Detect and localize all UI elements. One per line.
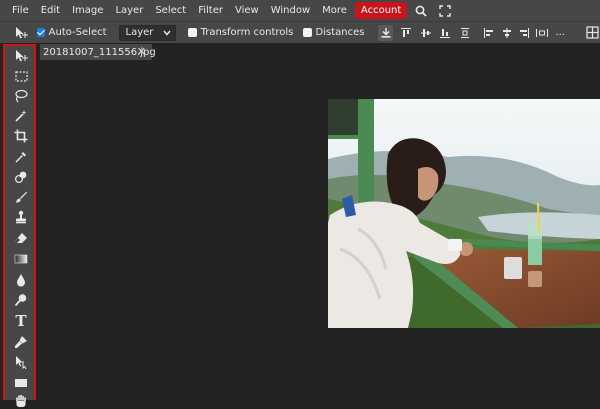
magic-wand-tool-icon[interactable] [13,108,29,124]
menu-more[interactable]: More [316,0,353,21]
search-icon[interactable] [411,0,431,21]
align-bottom-icon[interactable] [438,25,453,41]
pen-tool-icon[interactable] [13,334,29,350]
distribute-vertical-icon[interactable] [457,25,472,41]
brush-tool-icon[interactable] [13,189,29,205]
clone-stamp-tool-icon[interactable] [13,209,29,225]
auto-select-label: Auto-Select [48,27,107,38]
layer-select[interactable]: Layer [118,24,177,41]
document-tab[interactable]: 20181007_111556.jpg ✕ [40,44,156,60]
toolbox: T [3,44,36,407]
dodge-tool-icon[interactable] [13,292,29,308]
align-top-icon[interactable] [399,25,414,41]
chevron-down-icon [163,30,171,36]
menu-window[interactable]: Window [265,0,316,21]
canvas-image[interactable] [328,99,600,328]
more-options-button[interactable]: ... [553,25,568,41]
menu-select[interactable]: Select [149,0,192,21]
photo-illustration [328,99,600,328]
grid-icon[interactable] [585,25,600,41]
fullscreen-icon[interactable] [435,0,455,21]
gradient-tool-icon[interactable] [13,251,29,267]
menu-view[interactable]: View [229,0,265,21]
download-icon[interactable] [378,24,393,41]
path-select-tool-icon[interactable] [13,354,29,370]
align-left-icon[interactable] [482,25,497,41]
lasso-tool-icon[interactable] [13,88,29,104]
menu-image[interactable]: Image [66,0,109,21]
transform-controls-label: Transform controls [200,27,294,38]
blur-tool-icon[interactable] [13,272,29,288]
type-tool-icon[interactable]: T [13,312,29,330]
distribute-horizontal-icon[interactable] [534,25,549,41]
move-tool-icon[interactable] [13,48,29,64]
eyedropper-tool-icon[interactable] [13,149,29,165]
align-horizontal-center-icon[interactable] [499,25,514,41]
menu-edit[interactable]: Edit [35,0,66,21]
distances-label: Distances [315,27,365,38]
layer-select-value: Layer [125,26,154,38]
align-vertical-center-icon[interactable] [418,25,433,41]
align-right-icon[interactable] [517,25,532,41]
crop-tool-icon[interactable] [13,128,29,144]
distances-checkbox[interactable] [303,28,312,37]
menu-bar: File Edit Image Layer Select Filter View… [0,0,600,21]
move-tool-icon [14,25,29,41]
account-button[interactable]: Account [354,2,408,19]
menu-filter[interactable]: Filter [192,0,229,21]
menu-file[interactable]: File [0,0,35,21]
marquee-tool-icon[interactable] [13,68,29,84]
eraser-tool-icon[interactable] [13,230,29,246]
rectangle-tool-icon[interactable] [13,375,29,391]
healing-brush-tool-icon[interactable] [13,169,29,185]
auto-select-checkbox[interactable] [36,28,45,37]
hand-tool-icon[interactable] [13,393,29,409]
close-tab-icon[interactable]: ✕ [137,45,146,58]
transform-controls-checkbox[interactable] [188,28,197,37]
menu-layer[interactable]: Layer [109,0,149,21]
options-bar: Auto-Select Layer Transform controls Dis… [0,21,600,43]
